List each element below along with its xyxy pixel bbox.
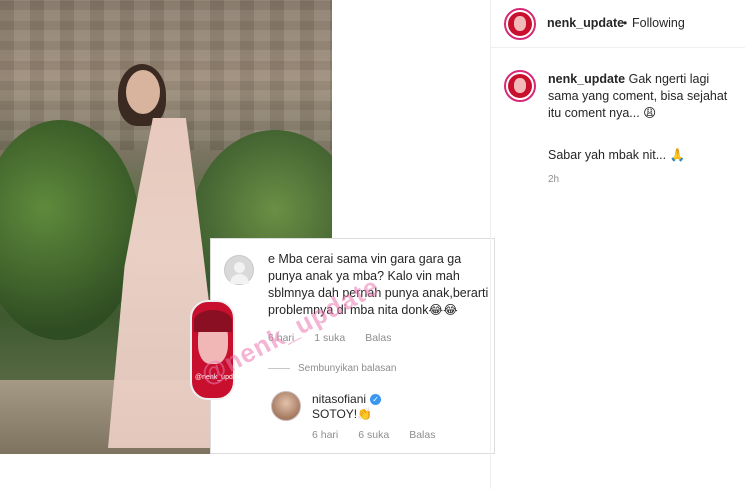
reply-likes[interactable]: 6 suka xyxy=(358,429,389,441)
reply-username-row: nitasofiani ✓ xyxy=(312,392,382,406)
comment-reply-button[interactable]: Balas xyxy=(365,332,391,344)
header-dot: • xyxy=(623,16,628,30)
reply-avatar[interactable] xyxy=(271,391,301,421)
caption-avatar[interactable] xyxy=(504,70,536,102)
reply-meta: 6 hari 6 suka Balas xyxy=(312,429,435,441)
commenter-avatar xyxy=(224,255,254,285)
post-caption: nenk_update Gak ngerti lagi sama yang co… xyxy=(548,71,738,122)
header-avatar[interactable] xyxy=(504,8,536,40)
bush-left xyxy=(0,120,140,340)
following-button[interactable]: Following xyxy=(632,16,685,30)
hide-replies-line xyxy=(268,368,290,369)
post-time: 2h xyxy=(548,174,560,185)
caption-username[interactable]: nenk_update xyxy=(548,72,625,86)
panel-divider xyxy=(490,0,491,489)
caption-avatar-image xyxy=(508,74,532,98)
reply-reply-button[interactable]: Balas xyxy=(409,429,435,441)
reply-username[interactable]: nitasofiani xyxy=(312,392,366,406)
reply-text: SOTOY!👏 xyxy=(312,407,373,421)
caption-line-2: Sabar yah mbak nit... 🙏 xyxy=(548,148,686,162)
verified-badge-icon: ✓ xyxy=(370,393,382,405)
reply-time: 6 hari xyxy=(312,429,339,441)
comment-likes[interactable]: 1 suka xyxy=(314,332,345,344)
hide-replies-label: Sembunyikan balasan xyxy=(298,363,397,374)
woman-head xyxy=(126,70,160,114)
header-username[interactable]: nenk_update xyxy=(547,16,624,30)
header-avatar-image xyxy=(508,12,532,36)
hide-replies[interactable]: Sembunyikan balasan xyxy=(268,363,396,374)
